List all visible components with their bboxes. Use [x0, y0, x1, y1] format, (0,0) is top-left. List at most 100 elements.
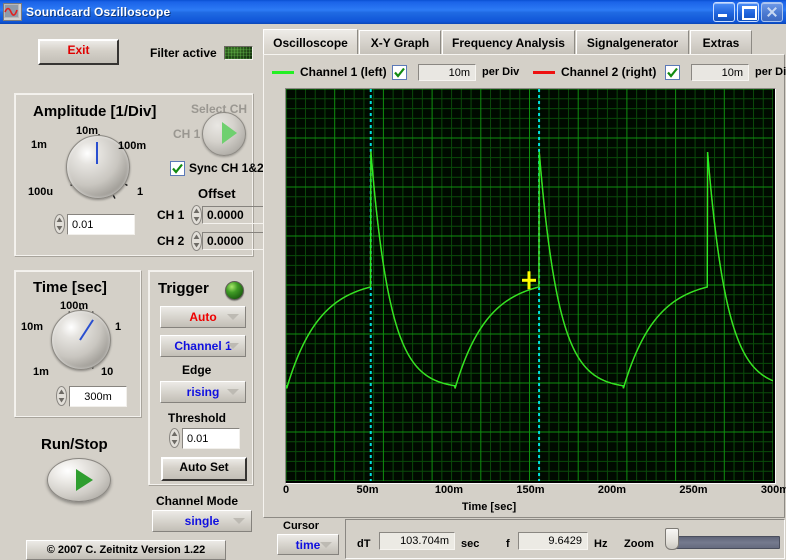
amplitude-tick-1m: 1m	[31, 139, 47, 151]
oscilloscope-app: Soundcard Oszilloscope Exit Filter activ…	[0, 0, 786, 560]
channel-mode-dropdown[interactable]: single	[152, 510, 252, 532]
amplitude-title: Amplitude [1/Div]	[33, 103, 157, 120]
time-tick-100m: 100m	[60, 300, 89, 312]
run-stop-label: Run/Stop	[41, 436, 108, 453]
amplitude-value-field[interactable]: 0.01	[67, 214, 135, 235]
offset-label: Offset	[198, 186, 236, 201]
window-titlebar: Soundcard Oszilloscope	[0, 0, 786, 24]
time-tick-10: 10	[101, 366, 114, 378]
offset-ch2-spinner[interactable]	[191, 231, 202, 251]
tab-signalgenerator[interactable]: Signalgenerator	[576, 30, 689, 55]
tab-xy-graph[interactable]: X-Y Graph	[359, 30, 441, 55]
amplitude-panel: Amplitude [1/Div] 10m 1m 100m 100u 1 0.0…	[14, 93, 264, 257]
offset-ch1-row: CH 1 0.0000	[157, 205, 264, 225]
chevron-down-icon	[227, 389, 239, 395]
tab-frequency-analysis[interactable]: Frequency Analysis	[442, 30, 575, 55]
tab-extras[interactable]: Extras	[690, 30, 752, 55]
time-tick-10m: 10m	[21, 321, 44, 333]
trigger-channel-value: Channel 1	[174, 339, 232, 353]
x-tick-0: 0	[282, 484, 290, 496]
offset-ch2-label: CH 2	[157, 234, 185, 248]
sync-channels-label: Sync CH 1&2	[189, 161, 264, 175]
maximize-icon[interactable]	[737, 2, 759, 22]
channel-2-enable-checkbox[interactable]	[665, 65, 680, 80]
copyright-label: © 2007 C. Zeitnitz Version 1.22	[26, 540, 226, 560]
x-tick-5: 250m	[679, 484, 708, 496]
plot-canvas	[286, 89, 773, 481]
frequency-label: f	[506, 538, 510, 550]
trigger-threshold-spinner[interactable]	[169, 428, 180, 448]
cursor-mode-dropdown[interactable]: time	[277, 534, 339, 555]
amplitude-tick-100m: 100m	[118, 140, 147, 152]
frequency-value[interactable]: 9.6429	[518, 532, 588, 550]
chevron-down-icon	[227, 314, 239, 320]
chevron-down-icon	[233, 518, 245, 524]
zoom-slider-track[interactable]	[668, 536, 780, 549]
time-panel: Time [sec] 100m 10m 1 1m 10 300m	[14, 270, 142, 418]
auto-set-button[interactable]: Auto Set	[161, 457, 247, 481]
time-spinner[interactable]	[56, 386, 67, 406]
channel-2-legend-line	[533, 71, 555, 74]
sync-channels-checkbox[interactable]	[170, 161, 185, 176]
channel-mode-label: Channel Mode	[156, 494, 239, 508]
x-tick-4: 200m	[597, 484, 627, 496]
chevron-down-icon	[320, 542, 332, 548]
channel-1-per-div-label: per Div	[482, 66, 520, 78]
amplitude-tick-10m: 10m	[76, 125, 99, 137]
filter-active-led	[224, 46, 253, 60]
frequency-unit: Hz	[594, 538, 608, 550]
channel-mode-value: single	[184, 514, 220, 528]
trigger-mode-value: Auto	[189, 310, 217, 324]
app-icon	[3, 3, 22, 21]
exit-button[interactable]: Exit	[38, 39, 119, 65]
amplitude-spinner[interactable]	[54, 214, 65, 234]
x-axis: 0 50m 100m 150m 200m 250m 300m	[282, 484, 786, 500]
dt-value[interactable]: 103.704m	[379, 532, 455, 550]
channel-2-legend-label: Channel 2 (right)	[561, 65, 657, 79]
minimize-icon[interactable]	[713, 2, 735, 22]
x-tick-2: 100m	[434, 484, 464, 496]
tab-oscilloscope[interactable]: Oscilloscope	[263, 29, 358, 56]
select-ch-value: CH 1	[173, 127, 201, 141]
x-tick-1: 50m	[356, 484, 379, 496]
select-ch-knob[interactable]	[202, 112, 246, 156]
x-axis-title: Time [sec]	[461, 501, 517, 513]
trigger-panel: Trigger Auto Channel 1 Edge rising Thres…	[148, 270, 254, 486]
tab-strip: Oscilloscope X-Y Graph Frequency Analysi…	[263, 29, 783, 56]
trigger-edge-dropdown[interactable]: rising	[160, 381, 246, 403]
time-title: Time [sec]	[33, 279, 107, 296]
x-tick-6: 300m	[760, 484, 786, 496]
offset-ch1-value[interactable]: 0.0000	[202, 206, 264, 224]
amplitude-tick-1: 1	[137, 186, 144, 198]
amplitude-knob-wrap	[53, 122, 145, 214]
cursor-label: Cursor	[283, 520, 320, 532]
run-stop-button[interactable]	[47, 458, 111, 502]
zoom-label: Zoom	[624, 538, 654, 550]
dt-label: dT	[357, 538, 371, 550]
offset-ch1-spinner[interactable]	[191, 205, 202, 225]
trigger-edge-value: rising	[186, 385, 220, 399]
trigger-channel-dropdown[interactable]: Channel 1	[160, 335, 246, 357]
window-buttons	[713, 2, 786, 22]
trigger-threshold-label: Threshold	[168, 411, 227, 425]
trigger-led	[225, 281, 244, 300]
trigger-edge-label: Edge	[182, 363, 212, 377]
channel-2-per-div-label: per Div	[755, 66, 786, 78]
window-title: Soundcard Oszilloscope	[26, 5, 171, 19]
trigger-mode-dropdown[interactable]: Auto	[160, 306, 246, 328]
close-icon[interactable]	[761, 2, 783, 22]
time-knob[interactable]	[51, 310, 111, 370]
oscilloscope-plot[interactable]	[285, 88, 776, 484]
time-value-field[interactable]: 300m	[69, 386, 127, 407]
offset-ch2-value[interactable]: 0.0000	[202, 232, 264, 250]
trigger-threshold-field[interactable]: 0.01	[182, 428, 240, 449]
zoom-slider-handle[interactable]	[665, 528, 679, 550]
time-tick-1m: 1m	[33, 366, 49, 378]
channel-1-enable-checkbox[interactable]	[392, 65, 407, 80]
dt-unit: sec	[461, 538, 480, 550]
amplitude-tick-100u: 100u	[28, 186, 54, 198]
channel-1-per-div-field[interactable]: 10m	[418, 64, 476, 81]
time-tick-1: 1	[115, 321, 122, 333]
offset-ch1-label: CH 1	[157, 208, 185, 222]
channel-2-per-div-field[interactable]: 10m	[691, 64, 749, 81]
